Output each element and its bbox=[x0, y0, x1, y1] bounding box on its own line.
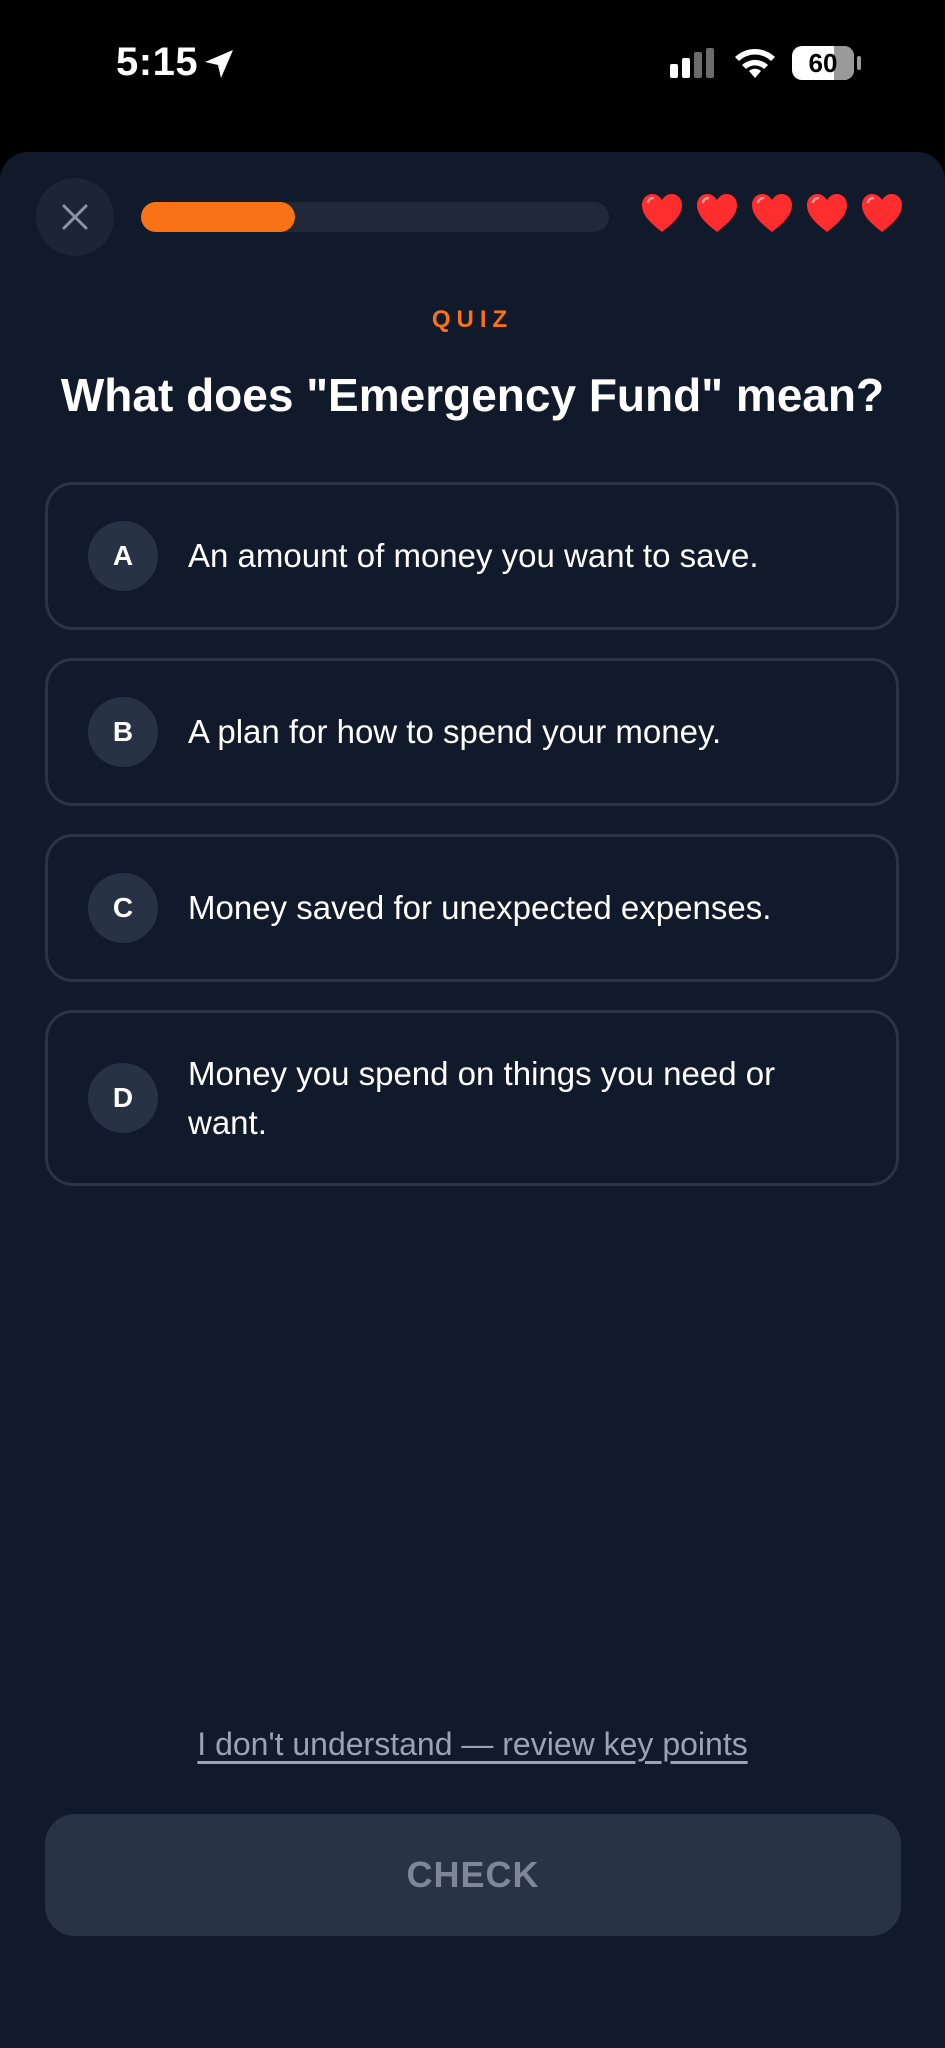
question-title: What does "Emergency Fund" mean? bbox=[60, 369, 885, 421]
option-b[interactable]: B A plan for how to spend your money. bbox=[45, 658, 899, 806]
close-button[interactable] bbox=[36, 178, 114, 256]
option-text: A plan for how to spend your money. bbox=[188, 713, 722, 750]
close-icon bbox=[62, 204, 88, 230]
option-d[interactable]: D Money you spend on things you need or … bbox=[45, 1010, 899, 1186]
option-c[interactable]: C Money saved for unexpected expenses. bbox=[45, 834, 899, 982]
status-bar: 5:15 60 bbox=[0, 0, 945, 130]
heart-icon bbox=[807, 194, 847, 232]
progress-fill bbox=[141, 202, 296, 232]
progress-bar bbox=[141, 202, 609, 232]
heart-icon bbox=[697, 194, 737, 232]
option-a[interactable]: A An amount of money you want to save. bbox=[45, 482, 899, 630]
option-text: Money you spend on things you need or wa… bbox=[188, 1055, 776, 1141]
heart-icon bbox=[862, 194, 902, 232]
check-button[interactable]: CHECK bbox=[45, 1814, 901, 1936]
heart-icon bbox=[642, 194, 682, 232]
status-time: 5:15 bbox=[116, 40, 199, 84]
option-text: Money saved for unexpected expenses. bbox=[188, 889, 772, 926]
option-letter: C bbox=[88, 873, 158, 943]
option-text: An amount of money you want to save. bbox=[188, 537, 759, 574]
quiz-label: QUIZ bbox=[431, 306, 514, 333]
battery-tip bbox=[857, 56, 861, 70]
review-key-points-link[interactable]: I don't understand — review key points bbox=[0, 1726, 945, 1763]
quiz-sheet: QUIZ What does "Emergency Fund" mean? A … bbox=[0, 152, 945, 2048]
battery-icon: 60 bbox=[792, 46, 854, 80]
option-letter: D bbox=[88, 1063, 158, 1133]
location-arrow-icon bbox=[203, 48, 235, 85]
battery-level: 60 bbox=[808, 48, 838, 78]
option-letter: A bbox=[88, 521, 158, 591]
option-letter: B bbox=[88, 697, 158, 767]
heart-icon bbox=[752, 194, 792, 232]
wifi-icon bbox=[733, 46, 777, 85]
cellular-signal-icon bbox=[668, 48, 720, 85]
